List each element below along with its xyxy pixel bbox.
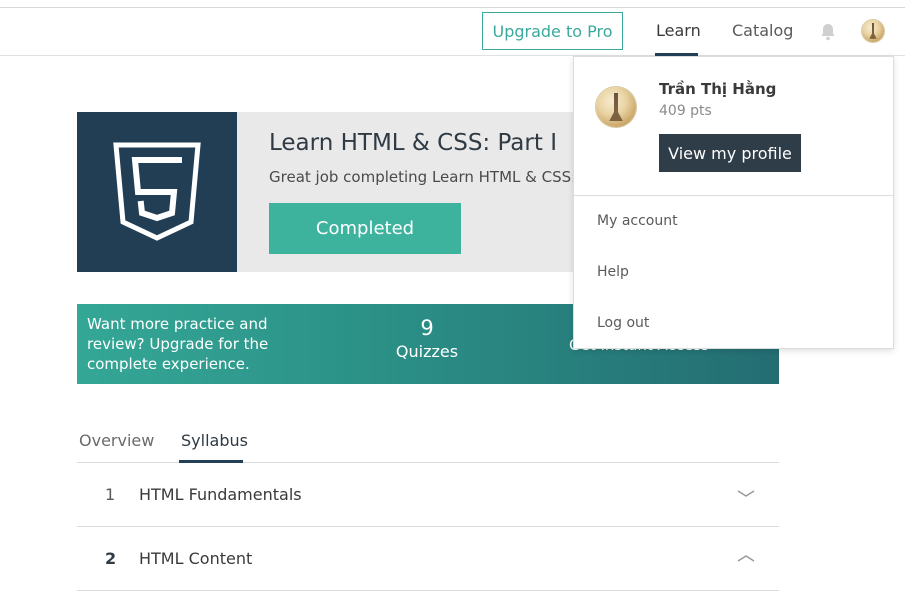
chevron-up-icon[interactable] bbox=[737, 549, 755, 562]
html5-icon bbox=[77, 112, 237, 272]
nav-catalog[interactable]: Catalog bbox=[732, 21, 793, 40]
user-avatar[interactable] bbox=[861, 19, 885, 43]
profile-avatar bbox=[595, 86, 637, 128]
syllabus-row[interactable]: 2 HTML Content bbox=[77, 527, 779, 591]
user-name: Trần Thị Hằng bbox=[659, 80, 777, 98]
unit-number: 1 bbox=[105, 485, 116, 504]
promo-text: Want more practice and review? Upgrade f… bbox=[87, 315, 269, 373]
upgrade-to-pro-button[interactable]: Upgrade to Pro bbox=[482, 12, 623, 50]
syllabus-row[interactable]: 1 HTML Fundamentals bbox=[77, 463, 779, 527]
course-title: Learn HTML & CSS: Part I bbox=[269, 130, 557, 156]
view-profile-button[interactable]: View my profile bbox=[659, 134, 801, 172]
menu-item-my-account[interactable]: My account bbox=[597, 213, 678, 229]
user-points: 409 pts bbox=[659, 103, 712, 119]
unit-title: HTML Content bbox=[139, 549, 253, 568]
course-tabs: Overview Syllabus bbox=[77, 420, 779, 463]
tab-syllabus[interactable]: Syllabus bbox=[181, 431, 248, 450]
top-border bbox=[0, 0, 905, 8]
course-subtitle: Great job completing Learn HTML & CSS: P… bbox=[269, 168, 599, 186]
completed-button[interactable]: Completed bbox=[269, 203, 461, 254]
menu-item-log-out[interactable]: Log out bbox=[597, 315, 649, 331]
tab-overview[interactable]: Overview bbox=[79, 431, 154, 450]
quiz-count: 9 bbox=[420, 316, 434, 340]
menu-item-help[interactable]: Help bbox=[597, 264, 629, 280]
top-navbar: Upgrade to Pro Learn Catalog bbox=[0, 8, 905, 56]
user-menu-dropdown: Trần Thị Hằng 409 pts View my profile My… bbox=[573, 56, 894, 349]
quiz-label: Quizzes bbox=[395, 342, 459, 361]
unit-number: 2 bbox=[105, 549, 117, 568]
nav-learn[interactable]: Learn bbox=[656, 21, 701, 40]
chevron-down-icon[interactable] bbox=[737, 485, 755, 497]
bell-icon[interactable] bbox=[818, 22, 838, 42]
unit-title: HTML Fundamentals bbox=[139, 485, 302, 504]
menu-divider bbox=[574, 195, 893, 196]
